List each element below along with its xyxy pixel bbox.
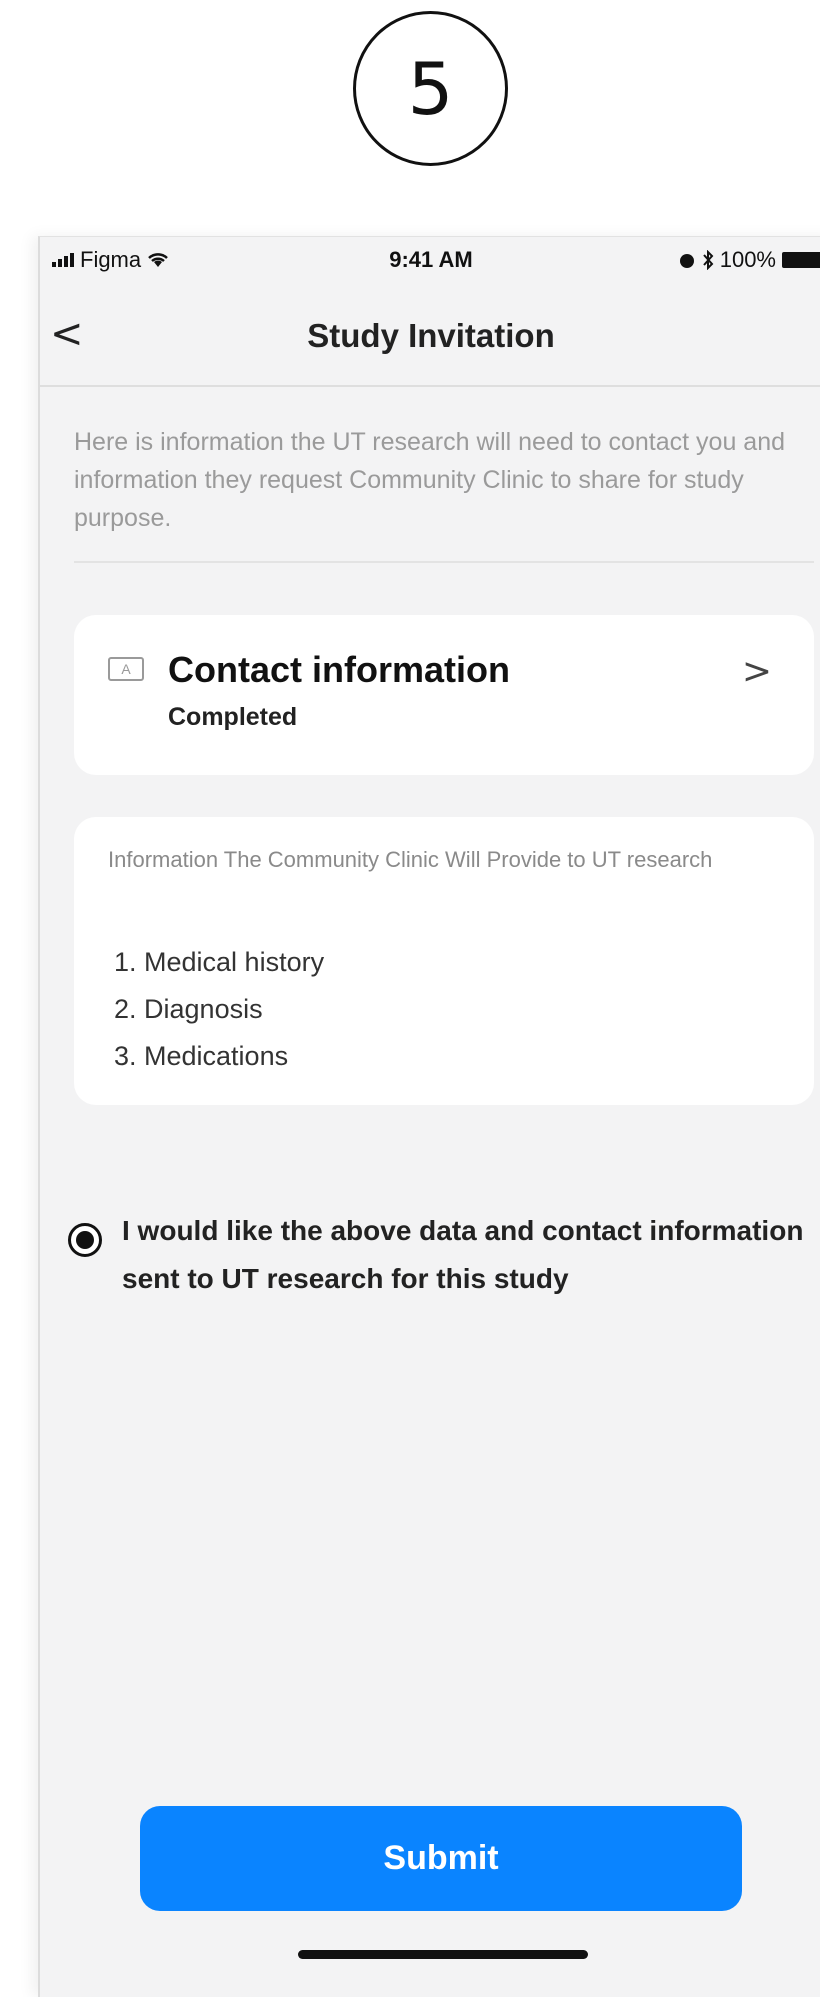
phone-screen: Figma 9:41 AM 100% < Study Invitation He… — [38, 236, 820, 1997]
list-item: 3. Medications — [114, 1041, 289, 1071]
home-indicator[interactable] — [298, 1950, 588, 1959]
contact-card-status: Completed — [168, 703, 298, 731]
step-number-badge: 5 — [353, 11, 508, 166]
radio-selected-indicator — [76, 1231, 94, 1249]
battery-percent: 100% — [719, 247, 776, 272]
navigation-bar: < Study Invitation — [40, 289, 820, 387]
consent-text[interactable]: I would like the above data and contact … — [122, 1207, 820, 1303]
battery-icon — [782, 252, 820, 268]
shared-information-heading: Information The Community Clinic Will Pr… — [108, 847, 713, 872]
alarm-icon — [679, 254, 694, 268]
list-item: 2. Diagnosis — [114, 994, 263, 1024]
shared-information-list: 1. Medical history 2. Diagnosis 3. Medic… — [114, 939, 324, 1080]
status-right: 100% — [678, 247, 820, 273]
page-title: Study Invitation — [307, 317, 555, 354]
id-card-icon: A — [108, 657, 144, 681]
chevron-right-icon: > — [741, 651, 772, 692]
shared-information-card: Information The Community Clinic Will Pr… — [74, 817, 814, 1105]
consent-radio-button[interactable] — [68, 1223, 102, 1257]
divider — [74, 561, 814, 563]
bluetooth-icon — [702, 250, 714, 270]
submit-button[interactable]: Submit — [140, 1806, 742, 1911]
contact-information-card[interactable]: A Contact information Completed > — [74, 615, 814, 775]
intro-text: Here is information the UT research will… — [74, 428, 786, 532]
status-bar: Figma 9:41 AM 100% — [40, 237, 820, 287]
list-item: 1. Medical history — [114, 947, 325, 977]
contact-card-title: Contact information — [168, 649, 510, 690]
